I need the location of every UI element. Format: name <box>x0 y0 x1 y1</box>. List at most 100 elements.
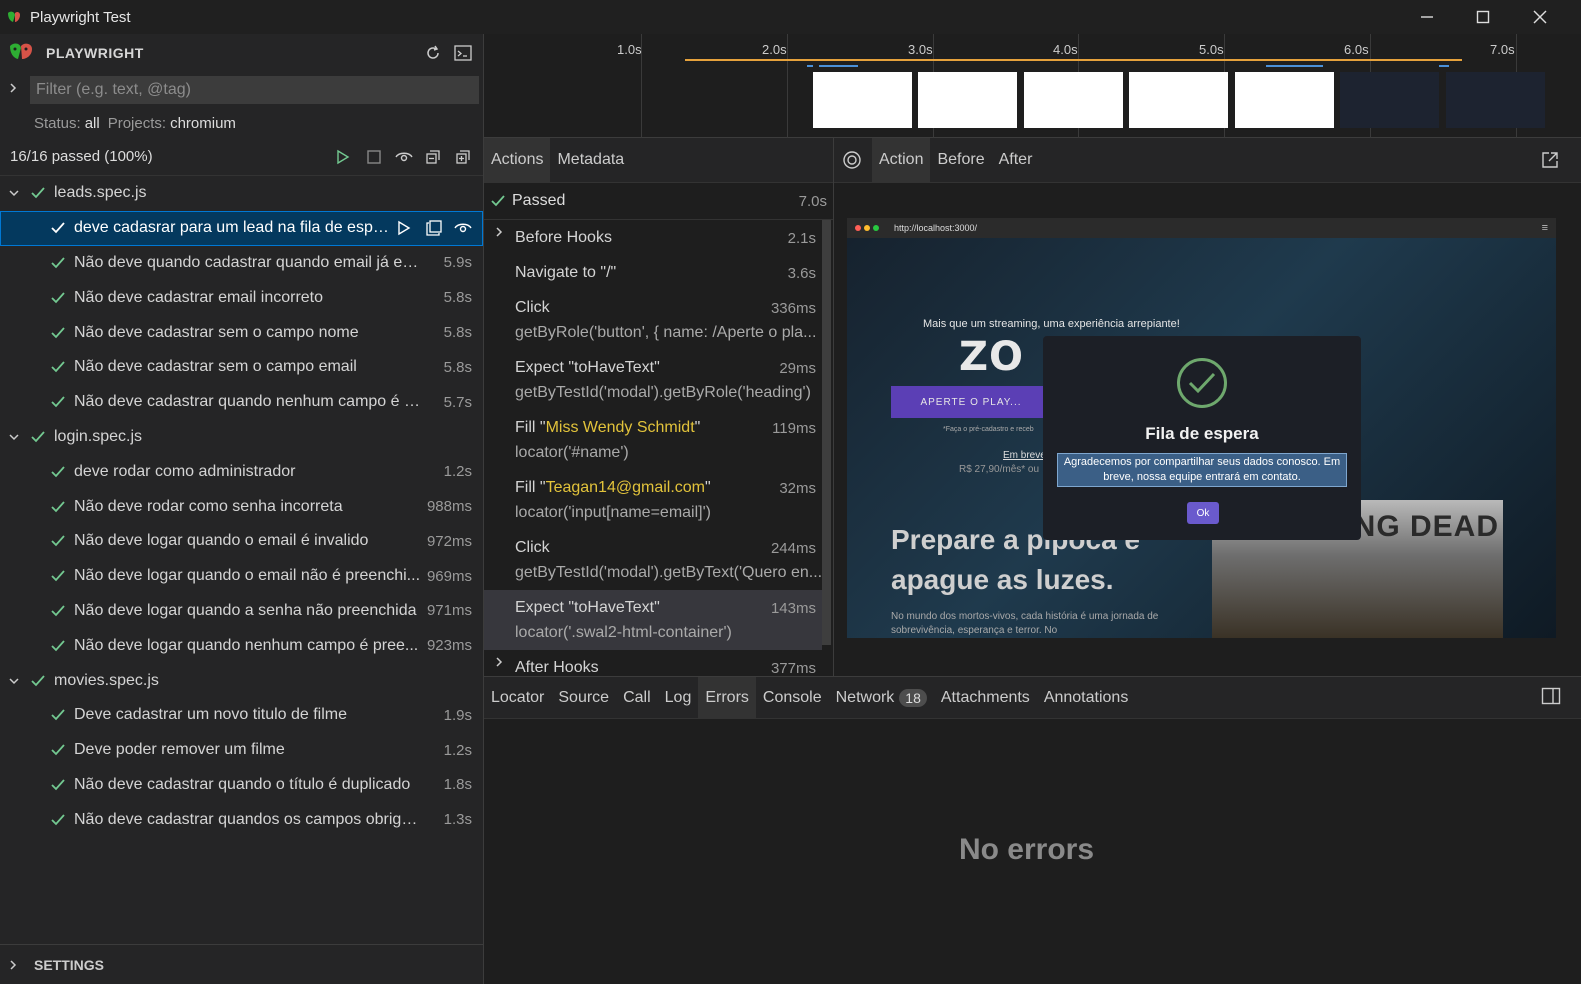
fill-value: Teagan14@gmail.com <box>545 478 705 496</box>
action-item[interactable]: Click getByRole('button', { name: /Apert… <box>484 290 822 350</box>
action-item[interactable]: Click getByTestId('modal').getByText('Qu… <box>484 530 822 590</box>
test-row[interactable]: Não deve logar quando o email é invalido… <box>0 524 483 559</box>
action-item[interactable]: Navigate to "/" 3.6s <box>484 255 822 290</box>
details-tabbar: Locator Source Call Log Errors Console N… <box>484 676 1581 719</box>
test-duration: 1.8s <box>443 776 472 794</box>
chevron-right-icon <box>494 655 504 669</box>
filmstrip-thumbnail[interactable] <box>918 72 1017 128</box>
chevron-down-icon[interactable] <box>8 676 22 686</box>
watch-all-button[interactable] <box>394 147 414 167</box>
chevron-down-icon[interactable] <box>8 188 22 198</box>
action-item[interactable]: Expect "toHaveText" getByTestId('modal')… <box>484 350 822 410</box>
test-row[interactable]: deve rodar como administrador 1.2s <box>0 454 483 489</box>
watch-test-button[interactable] <box>453 218 473 238</box>
go-to-source-button[interactable] <box>424 218 444 238</box>
tree-file-login[interactable]: login.spec.js <box>0 420 483 455</box>
minimize-button[interactable] <box>1399 0 1455 34</box>
tab-after[interactable]: After <box>992 138 1040 183</box>
toggle-sidebar-button[interactable] <box>1541 687 1561 710</box>
test-row[interactable]: Não deve cadastrar sem o campo nome 5.8s <box>0 315 483 350</box>
reload-button[interactable] <box>422 42 444 64</box>
tab-attachments[interactable]: Attachments <box>934 677 1037 719</box>
filmstrip-thumbnail[interactable] <box>1129 72 1228 128</box>
open-snapshot-button[interactable] <box>1541 151 1559 169</box>
test-row[interactable]: Deve cadastrar um novo titulo de filme 1… <box>0 698 483 733</box>
chevron-right-icon <box>494 225 504 239</box>
tab-source[interactable]: Source <box>551 677 616 719</box>
timeline[interactable]: 1.0s 2.0s 3.0s 4.0s 5.0s 6.0s 7.0s <box>484 34 1581 138</box>
snapshot-browser[interactable]: http://localhost:3000/ ≡ Mais que um str… <box>847 218 1556 638</box>
pick-locator-button[interactable] <box>842 150 862 170</box>
test-duration: 5.9s <box>443 254 472 272</box>
projects-value[interactable]: chromium <box>170 115 236 132</box>
actions-scrollbar[interactable] <box>822 220 831 645</box>
test-row[interactable]: Não deve cadastrar quando nenhum campo é… <box>0 385 483 420</box>
test-row[interactable]: Não deve logar quando o email não é pree… <box>0 559 483 594</box>
collapse-all-button[interactable] <box>423 147 443 167</box>
tab-metadata[interactable]: Metadata <box>550 138 631 183</box>
reload-icon <box>427 45 439 59</box>
filmstrip-thumbnail[interactable] <box>1340 72 1439 128</box>
tab-errors[interactable]: Errors <box>698 676 756 719</box>
run-all-button[interactable] <box>333 147 353 167</box>
check-icon <box>30 186 50 200</box>
tab-network[interactable]: Network 18 <box>829 677 934 719</box>
action-item[interactable]: Fill " Miss Wendy Schmidt " locator('#name… <box>484 410 822 470</box>
tab-before[interactable]: Before <box>930 138 991 183</box>
action-title: Navigate to "/" <box>515 263 617 281</box>
filmstrip-thumbnail[interactable] <box>813 72 912 128</box>
chevron-down-icon[interactable] <box>8 432 22 442</box>
timeline-network-bar <box>1266 65 1323 67</box>
test-title: Não deve cadastrar quando o título é dup… <box>74 775 411 793</box>
status-filter-row[interactable]: Status: all Projects: chromium <box>0 108 483 138</box>
action-item-selected[interactable]: Expect "toHaveText" locator('.swal2-html… <box>484 590 822 650</box>
timeline-network-bar <box>819 65 858 67</box>
maximize-button[interactable] <box>1455 0 1511 34</box>
test-row[interactable]: Deve poder remover um filme 1.2s <box>0 733 483 768</box>
snapshot-tabbar: Action Before After <box>834 137 1581 183</box>
tab-locator[interactable]: Locator <box>484 677 551 719</box>
tab-action[interactable]: Action <box>872 137 931 183</box>
stop-icon <box>367 150 381 164</box>
test-row[interactable]: Não deve logar quando a senha não preenc… <box>0 594 483 629</box>
playwright-logo-icon <box>8 40 34 67</box>
status-value[interactable]: all <box>85 115 100 132</box>
tab-actions[interactable]: Actions <box>484 137 551 183</box>
tab-annotations[interactable]: Annotations <box>1037 677 1136 719</box>
test-row[interactable]: Não deve rodar como senha incorreta 988m… <box>0 489 483 524</box>
test-row[interactable]: deve cadasrar para um lead na fila de es… <box>0 210 483 246</box>
minimize-icon <box>1421 16 1433 18</box>
tab-call[interactable]: Call <box>616 677 658 719</box>
expand-all-button[interactable] <box>453 147 473 167</box>
test-title: deve cadasrar para um lead na fila de es… <box>74 219 390 237</box>
timeline-tick: 6.0s <box>1344 42 1369 57</box>
test-title: Não deve logar quando o email não é pree… <box>74 567 421 585</box>
test-row[interactable]: Não deve cadastrar quandos os campos obr… <box>0 802 483 837</box>
stop-button[interactable] <box>364 147 384 167</box>
action-item[interactable]: Before Hooks 2.1s <box>484 220 822 255</box>
terminal-button[interactable] <box>452 42 474 64</box>
test-row[interactable]: Não deve quando cadastrar quando email j… <box>0 246 483 281</box>
filmstrip-thumbnail[interactable] <box>1024 72 1123 128</box>
filmstrip-thumbnail[interactable] <box>1446 72 1545 128</box>
tab-log[interactable]: Log <box>658 677 699 719</box>
close-button[interactable] <box>1512 0 1568 34</box>
expand-filters-chevron-icon[interactable] <box>8 81 22 99</box>
settings-section[interactable]: SETTINGS <box>0 944 484 984</box>
tab-console[interactable]: Console <box>756 677 829 719</box>
action-duration: 32ms <box>779 480 816 497</box>
playwright-logo-icon <box>6 9 22 25</box>
tree-file-movies[interactable]: movies.spec.js <box>0 663 483 698</box>
tree-file-leads[interactable]: leads.spec.js <box>0 176 483 211</box>
action-item[interactable]: Fill " Teagan14@gmail.com " locator('input… <box>484 470 822 530</box>
test-row[interactable]: Não deve cadastrar email incorreto 5.8s <box>0 280 483 315</box>
test-row[interactable]: Não deve cadastrar sem o campo email 5.8… <box>0 350 483 385</box>
filter-input[interactable] <box>30 76 479 104</box>
run-test-button[interactable] <box>394 218 414 238</box>
filmstrip-thumbnail[interactable] <box>1235 72 1334 128</box>
test-duration: 972ms <box>426 532 472 550</box>
test-row[interactable]: Não deve logar quando nenhum campo é pre… <box>0 628 483 663</box>
test-row[interactable]: Não deve cadastrar quando o título é dup… <box>0 768 483 803</box>
check-icon <box>50 221 70 235</box>
check-icon <box>490 194 512 208</box>
